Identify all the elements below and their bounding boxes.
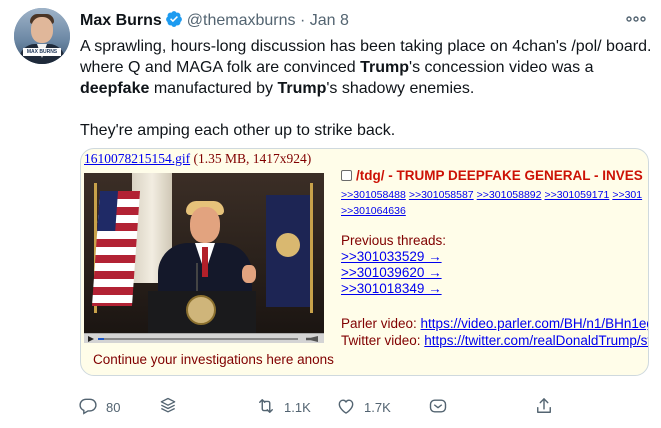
video-controls[interactable] [84, 333, 324, 343]
presidential-seal [186, 295, 216, 325]
video-links: Parler video: https://video.parler.com/B… [341, 315, 648, 349]
retweet-count: 1.1K [284, 399, 311, 415]
presidential-flag [266, 195, 310, 307]
reply-ref[interactable]: >>301059171 [544, 189, 609, 201]
share-icon [534, 396, 554, 419]
previous-thread-link[interactable]: >>301018349 → [341, 281, 648, 297]
title-dash: - [384, 168, 397, 183]
board-name: /tdg/ [356, 168, 385, 183]
twitter-url[interactable]: https://twitter.com/realDonaldTrump/st [424, 333, 648, 348]
previous-thread-link[interactable]: >>301039620 → [341, 265, 648, 281]
avatar-caption: MAX BURNS [23, 48, 61, 56]
tweet-date[interactable]: Jan 8 [310, 12, 349, 29]
parler-row: Parler video: https://video.parler.com/B… [341, 315, 648, 332]
stack-icon [158, 396, 178, 419]
twitter-row: Twitter video: https://twitter.com/realD… [341, 332, 648, 349]
reply-ref[interactable]: >>301 [612, 189, 642, 201]
reply-count: 80 [106, 399, 121, 415]
mail-icon [428, 396, 448, 419]
reply-refs: >>301058488 >>301058587 >>301058892 >>30105… [341, 187, 648, 219]
file-meta: (1.35 MB, 1417x924) [190, 151, 312, 166]
file-name-link[interactable]: 1610078215154.gif [84, 151, 190, 166]
avatar[interactable]: MAX BURNS [14, 8, 70, 64]
verified-badge-icon [165, 10, 183, 34]
reply-button[interactable]: 80 [78, 396, 120, 418]
reply-ref[interactable]: >>301058488 [341, 189, 406, 201]
action-bar: 80 1.1K 1.7K [78, 396, 568, 418]
play-icon[interactable] [88, 336, 94, 342]
seek-bar[interactable] [98, 338, 298, 340]
tweet-text: A sprawling, hours-long discussion has b… [80, 36, 652, 141]
tweet-paragraph-1: A sprawling, hours-long discussion has b… [80, 38, 652, 97]
media-image[interactable]: 1610078215154.gif (1.35 MB, 1417x924) Co… [80, 148, 649, 376]
thread-post: /tdg/ - TRUMP DEEPFAKE GENERAL - INVES >… [341, 167, 648, 349]
file-info: 1610078215154.gif (1.35 MB, 1417x924) [84, 151, 311, 167]
like-icon [336, 396, 356, 419]
twitter-label: Twitter video: [341, 333, 425, 348]
media-footer-text: Continue your investigations here anons [93, 352, 334, 367]
podium [148, 291, 256, 333]
like-button[interactable]: 1.7K [336, 396, 391, 418]
reply-ref[interactable]: >>301058587 [409, 189, 474, 201]
mail-button[interactable] [428, 396, 448, 418]
checkbox-icon[interactable] [341, 170, 352, 181]
volume-icon[interactable] [306, 336, 318, 342]
stack-button[interactable] [158, 396, 178, 418]
reply-ref[interactable]: >>301058892 [477, 189, 542, 201]
reply-icon [78, 396, 98, 419]
seek-progress [98, 338, 104, 340]
parler-url[interactable]: https://video.parler.com/BH/n1/BHn1eg [421, 316, 648, 331]
author-handle[interactable]: @themaxburns [187, 12, 296, 29]
thread-subject: TRUMP DEEPFAKE GENERAL - INVES [396, 168, 643, 183]
retweet-icon [256, 396, 276, 419]
tweet-paragraph-2: They're amping each other up to strike b… [80, 122, 396, 139]
us-flag [91, 191, 141, 306]
parler-label: Parler video: [341, 316, 421, 331]
previous-threads: Previous threads: >>301033529 → >>301039… [341, 233, 648, 297]
thread-title-row: /tdg/ - TRUMP DEEPFAKE GENERAL - INVES [341, 167, 648, 185]
share-button[interactable] [534, 396, 554, 418]
previous-threads-label: Previous threads: [341, 233, 447, 248]
video-thumbnail[interactable] [84, 173, 324, 333]
retweet-button[interactable]: 1.1K [256, 396, 311, 418]
tweet-header: Max Burns @themaxburns · Jan 8 [80, 10, 645, 30]
separator-dot: · [299, 12, 306, 29]
like-count: 1.7K [364, 399, 391, 415]
previous-thread-link[interactable]: >>301033529 → [341, 249, 648, 265]
reply-ref[interactable]: >>301064636 [341, 205, 406, 217]
more-icon[interactable] [625, 12, 647, 26]
author-name[interactable]: Max Burns [80, 12, 162, 29]
